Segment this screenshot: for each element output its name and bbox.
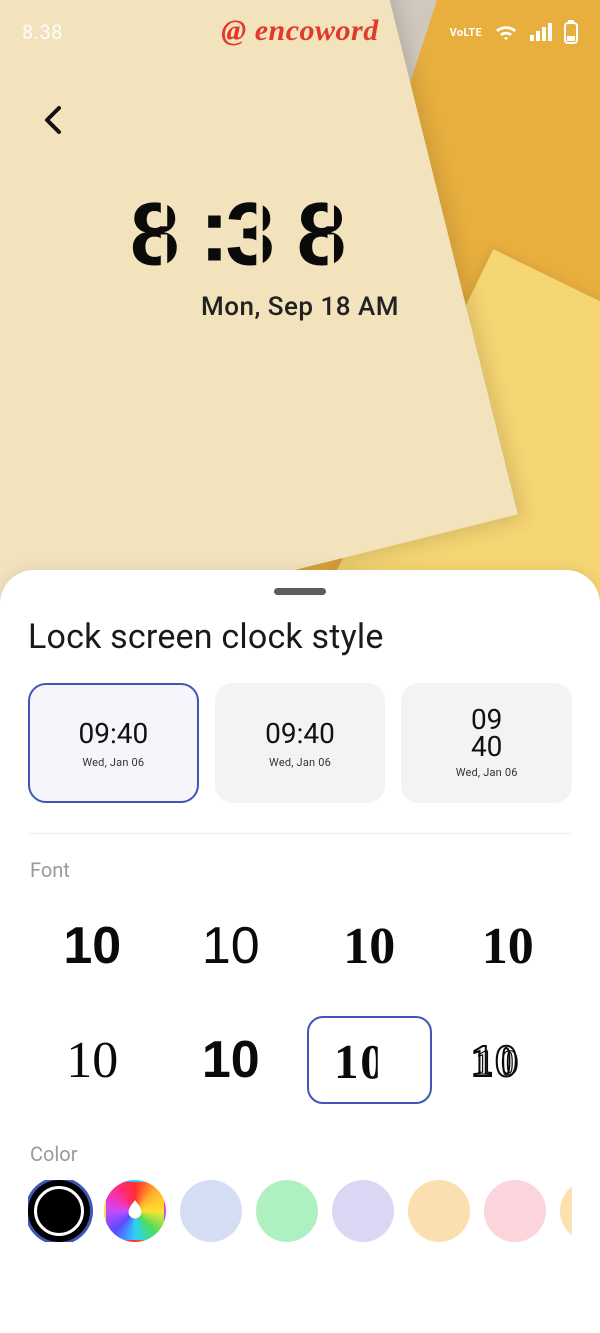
color-swatch-custom[interactable] bbox=[104, 1180, 166, 1242]
style-date: Wed, Jan 06 bbox=[82, 756, 144, 769]
font-option-sans-black[interactable]: 10 bbox=[30, 902, 155, 990]
font-option-serif-light[interactable]: 10 bbox=[30, 1016, 155, 1104]
screen: 8.38 VoLTE @ encoword 8 : 3 8 bbox=[0, 0, 600, 1333]
preview-time: 8 : 3 8 bbox=[0, 180, 600, 288]
font-option-sans-light[interactable]: 10 bbox=[169, 902, 294, 990]
style-time: 09:40 bbox=[265, 717, 335, 750]
settings-sheet: Lock screen clock style 09:40 Wed, Jan 0… bbox=[0, 570, 600, 1333]
divider bbox=[28, 833, 572, 834]
eyedropper-icon bbox=[122, 1198, 148, 1224]
color-swatch-green[interactable] bbox=[256, 1180, 318, 1242]
color-swatch-blue[interactable] bbox=[180, 1180, 242, 1242]
color-swatch-orange[interactable] bbox=[408, 1180, 470, 1242]
color-section-label: Color bbox=[30, 1142, 572, 1166]
font-option-stencil[interactable]: 10 bbox=[307, 1016, 432, 1104]
style-time: 09:40 bbox=[78, 717, 148, 750]
lockscreen-clock-preview: 8 : 3 8 Mon, Sep 18 AM bbox=[0, 180, 600, 322]
font-option-didone[interactable]: 10 bbox=[446, 902, 571, 990]
font-option-slab-bold[interactable]: 10 bbox=[307, 902, 432, 990]
chevron-left-icon bbox=[39, 105, 69, 135]
svg-text:3: 3 bbox=[226, 183, 276, 283]
preview-date: Mon, Sep 18 AM bbox=[0, 292, 600, 322]
font-options: 10 10 10 10 10 10 10 1010 bbox=[28, 896, 572, 1112]
font-option-outline[interactable]: 1010 bbox=[446, 1016, 571, 1104]
back-button[interactable] bbox=[30, 96, 78, 144]
font-section-label: Font bbox=[30, 858, 572, 882]
clock-style-option-2[interactable]: 09:40 Wed, Jan 06 bbox=[215, 683, 386, 803]
clock-style-options: 09:40 Wed, Jan 06 09:40 Wed, Jan 06 0940… bbox=[28, 683, 572, 803]
color-swatch-purple[interactable] bbox=[332, 1180, 394, 1242]
svg-text:8: 8 bbox=[297, 183, 347, 283]
style-date: Wed, Jan 06 bbox=[269, 756, 331, 769]
font-option-rounded-bold[interactable]: 10 bbox=[169, 1016, 294, 1104]
sheet-grabber[interactable] bbox=[274, 588, 326, 595]
style-date: Wed, Jan 06 bbox=[456, 766, 518, 779]
svg-text:1: 1 bbox=[476, 1044, 493, 1082]
svg-text:1: 1 bbox=[334, 1036, 360, 1085]
svg-text:8: 8 bbox=[130, 183, 180, 283]
clock-style-option-1[interactable]: 09:40 Wed, Jan 06 bbox=[28, 683, 199, 803]
svg-text:0: 0 bbox=[501, 1044, 518, 1082]
color-swatch-amber[interactable] bbox=[560, 1180, 572, 1242]
color-swatch-black[interactable] bbox=[28, 1180, 90, 1242]
watermark-text: @ encoword bbox=[0, 14, 600, 48]
color-swatch-pink[interactable] bbox=[484, 1180, 546, 1242]
color-options[interactable] bbox=[28, 1180, 572, 1242]
sheet-title: Lock screen clock style bbox=[28, 617, 572, 657]
style-time: 0940 bbox=[471, 707, 502, 760]
clock-style-option-3[interactable]: 0940 Wed, Jan 06 bbox=[401, 683, 572, 803]
